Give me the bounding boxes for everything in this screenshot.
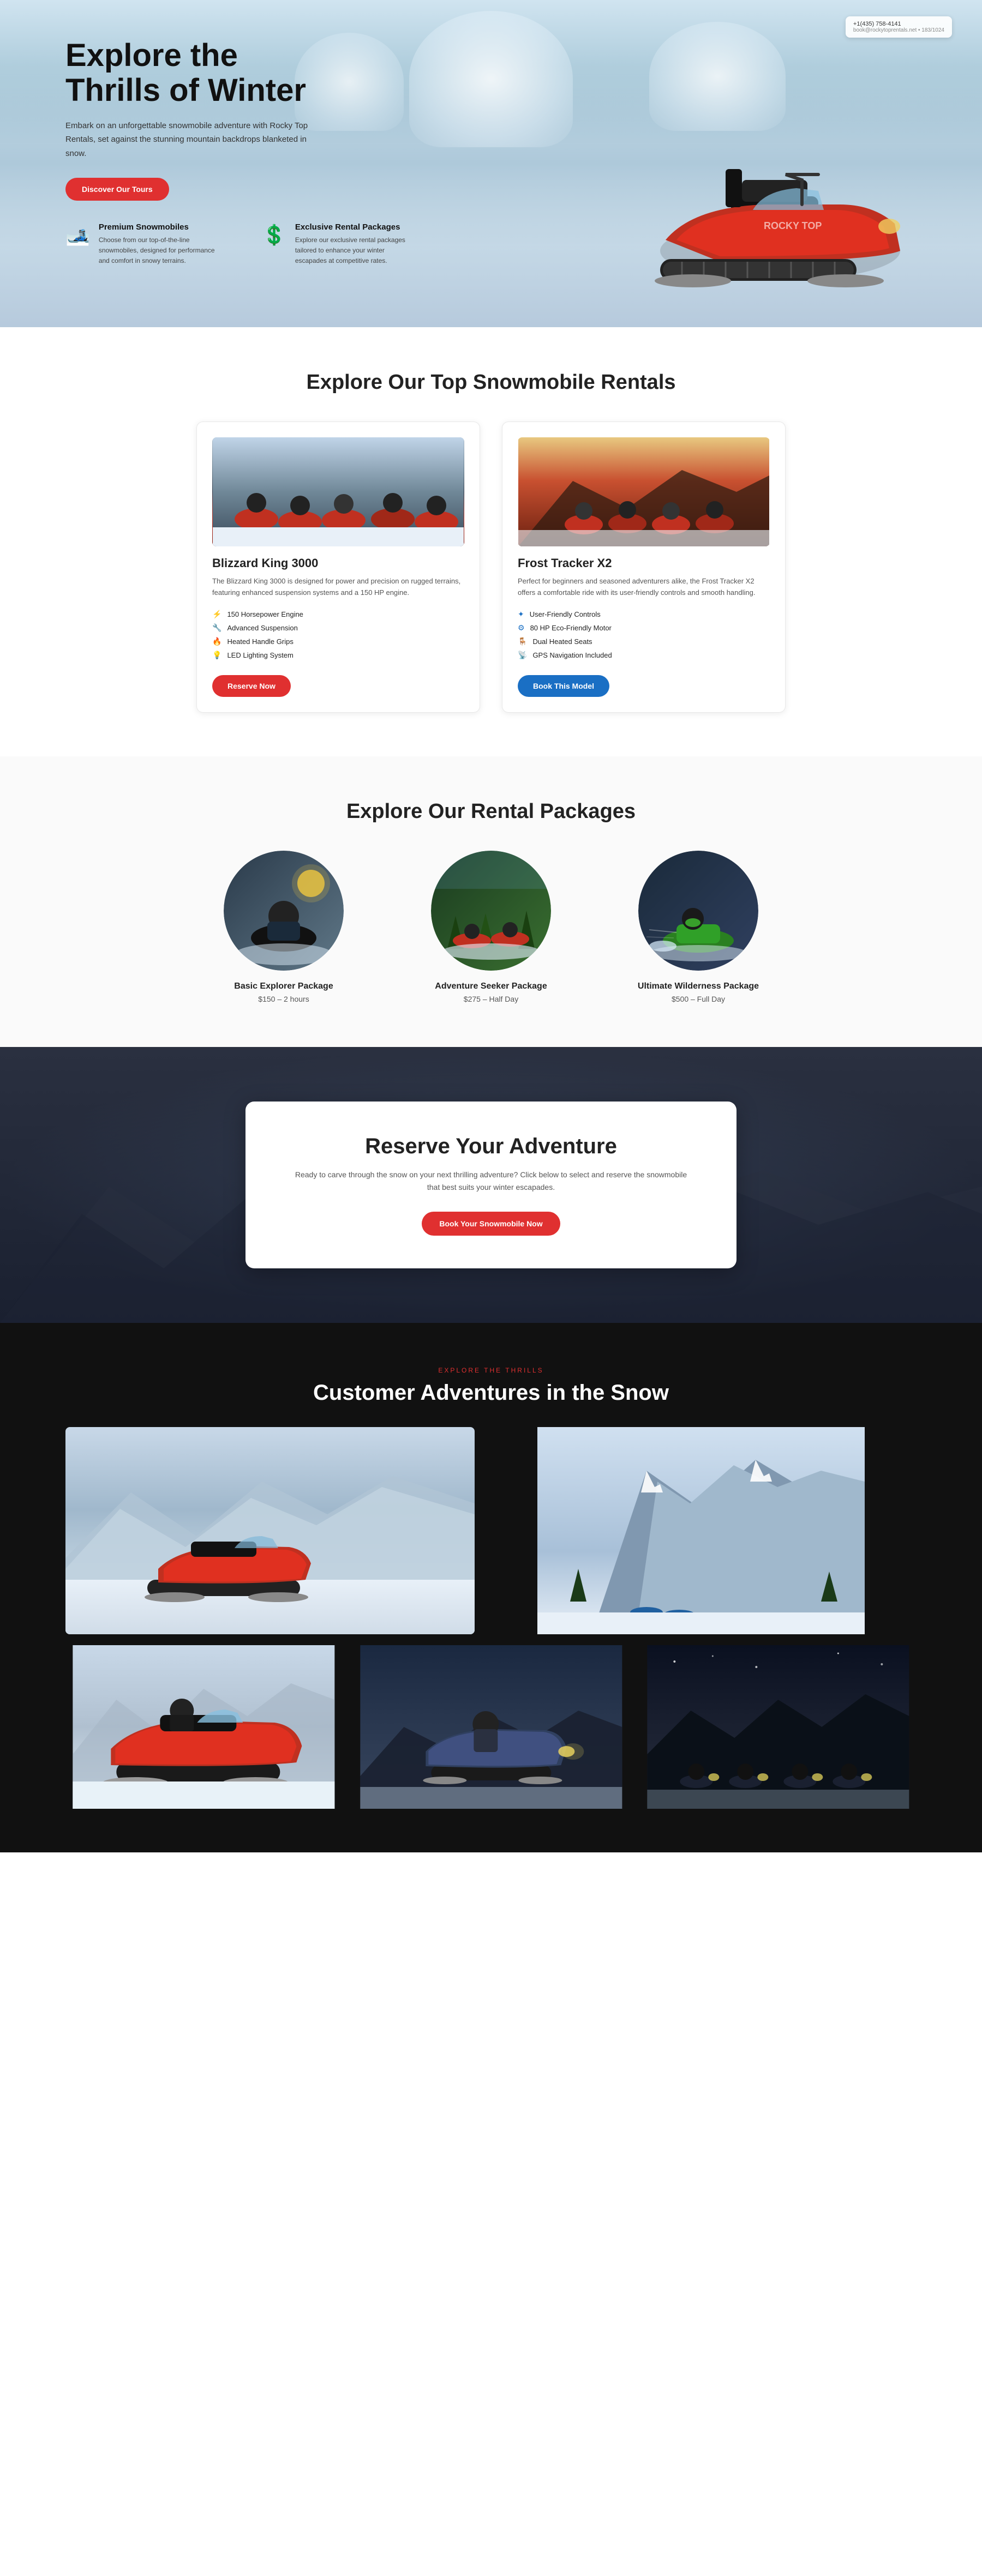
adventure-image-1 xyxy=(65,1427,475,1634)
led-icon: 💡 xyxy=(212,651,221,660)
snowmobile-icon: 🎿 xyxy=(65,224,90,246)
reserve-desc: Ready to carve through the snow on your … xyxy=(289,1169,693,1195)
adventures-bottom-row xyxy=(65,1645,917,1809)
hero-subtitle: Embark on an unforgettable snowmobile ad… xyxy=(65,119,316,161)
adventure-image-5 xyxy=(640,1645,917,1809)
package-basic: Basic Explorer Package $150 – 2 hours xyxy=(202,851,366,1003)
rentals-section: Explore Our Top Snowmobile Rentals xyxy=(0,327,982,756)
card2-features: ✦ User-Friendly Controls ⚙ 80 HP Eco-Fri… xyxy=(518,607,770,662)
card2-image xyxy=(518,437,770,546)
engine-icon: ⚡ xyxy=(212,610,221,619)
seats-icon: 🪑 xyxy=(518,637,527,646)
feature-item: 💡 LED Lighting System xyxy=(212,648,464,662)
adventure-image-3 xyxy=(65,1645,342,1809)
feature-item: 📡 GPS Navigation Included xyxy=(518,648,770,662)
phone-badge: +1(435) 758-4141 book@rockytoprentals.ne… xyxy=(846,16,952,38)
feature1-title: Premium Snowmobiles xyxy=(99,222,218,232)
feature-rental: 💲 Exclusive Rental Packages Explore our … xyxy=(262,222,415,267)
feature-item: ⚡ 150 Horsepower Engine xyxy=(212,607,464,621)
dollar-icon: 💲 xyxy=(262,224,286,246)
hero-content: Explore the Thrills of Winter Embark on … xyxy=(0,0,382,201)
controls-icon: ✦ xyxy=(518,610,524,619)
package-adventure-name: Adventure Seeker Package xyxy=(435,982,547,991)
adventures-section: EXPLORE THE THRILLS Customer Adventures … xyxy=(0,1323,982,1852)
adventure-image-2 xyxy=(486,1427,917,1634)
package-basic-name: Basic Explorer Package xyxy=(234,982,333,991)
package-adventure-price: $275 – Half Day xyxy=(464,995,518,1003)
rentals-title: Explore Our Top Snowmobile Rentals xyxy=(65,371,917,394)
feature-premium: 🎿 Premium Snowmobiles Choose from our to… xyxy=(65,222,218,267)
grips-icon: 🔥 xyxy=(212,637,221,646)
adventures-title: Customer Adventures in the Snow xyxy=(65,1381,917,1405)
feature-item: ⚙ 80 HP Eco-Friendly Motor xyxy=(518,621,770,635)
package-adventure: Adventure Seeker Package $275 – Half Day xyxy=(409,851,573,1003)
motor-icon: ⚙ xyxy=(518,623,525,633)
card1-features: ⚡ 150 Horsepower Engine 🔧 Advanced Suspe… xyxy=(212,607,464,662)
feature-item: 🔥 Heated Handle Grips xyxy=(212,635,464,648)
package-basic-circle xyxy=(224,851,344,971)
suspension-icon: 🔧 xyxy=(212,623,221,633)
rental-card-blizzard: Blizzard King 3000 The Blizzard King 300… xyxy=(196,422,480,713)
adventure-image-4 xyxy=(353,1645,630,1809)
reserve-card: Reserve Your Adventure Ready to carve th… xyxy=(246,1102,736,1269)
book-model-button[interactable]: Book This Model xyxy=(518,675,609,697)
package-adventure-circle xyxy=(431,851,551,971)
card1-image xyxy=(212,437,464,546)
feature1-desc: Choose from our top-of-the-line snowmobi… xyxy=(99,235,218,267)
packages-section: Explore Our Rental Packages xyxy=(0,756,982,1047)
packages-title: Explore Our Rental Packages xyxy=(65,800,917,823)
hero-title: Explore the Thrills of Winter xyxy=(65,38,316,108)
hero-features-row: 🎿 Premium Snowmobiles Choose from our to… xyxy=(0,201,982,294)
reserve-now-button[interactable]: Reserve Now xyxy=(212,675,291,697)
card1-name: Blizzard King 3000 xyxy=(212,556,464,570)
feature2-title: Exclusive Rental Packages xyxy=(295,222,415,232)
packages-grid: Basic Explorer Package $150 – 2 hours xyxy=(65,851,917,1003)
feature-item: 🔧 Advanced Suspension xyxy=(212,621,464,635)
rental-card-frost: Frost Tracker X2 Perfect for beginners a… xyxy=(502,422,786,713)
feature-item: ✦ User-Friendly Controls xyxy=(518,607,770,621)
reserve-title: Reserve Your Adventure xyxy=(289,1134,693,1159)
adventures-label: EXPLORE THE THRILLS xyxy=(65,1367,917,1374)
gps-icon: 📡 xyxy=(518,651,527,660)
card1-desc: The Blizzard King 3000 is designed for p… xyxy=(212,576,464,599)
rentals-grid: Blizzard King 3000 The Blizzard King 300… xyxy=(65,422,917,713)
package-wilderness-price: $500 – Full Day xyxy=(672,995,725,1003)
package-wilderness-name: Ultimate Wilderness Package xyxy=(638,982,759,991)
package-wilderness-circle xyxy=(638,851,758,971)
reserve-section: Reserve Your Adventure Ready to carve th… xyxy=(0,1047,982,1323)
card2-desc: Perfect for beginners and seasoned adven… xyxy=(518,576,770,599)
feature2-desc: Explore our exclusive rental packages ta… xyxy=(295,235,415,267)
card2-name: Frost Tracker X2 xyxy=(518,556,770,570)
discover-tours-button[interactable]: Discover Our Tours xyxy=(65,178,169,201)
feature-item: 🪑 Dual Heated Seats xyxy=(518,635,770,648)
hero-section: Explore the Thrills of Winter Embark on … xyxy=(0,0,982,327)
package-basic-price: $150 – 2 hours xyxy=(258,995,309,1003)
book-snowmobile-button[interactable]: Book Your Snowmobile Now xyxy=(422,1212,560,1236)
adventures-top-row xyxy=(65,1427,917,1634)
package-wilderness: Ultimate Wilderness Package $500 – Full … xyxy=(616,851,780,1003)
